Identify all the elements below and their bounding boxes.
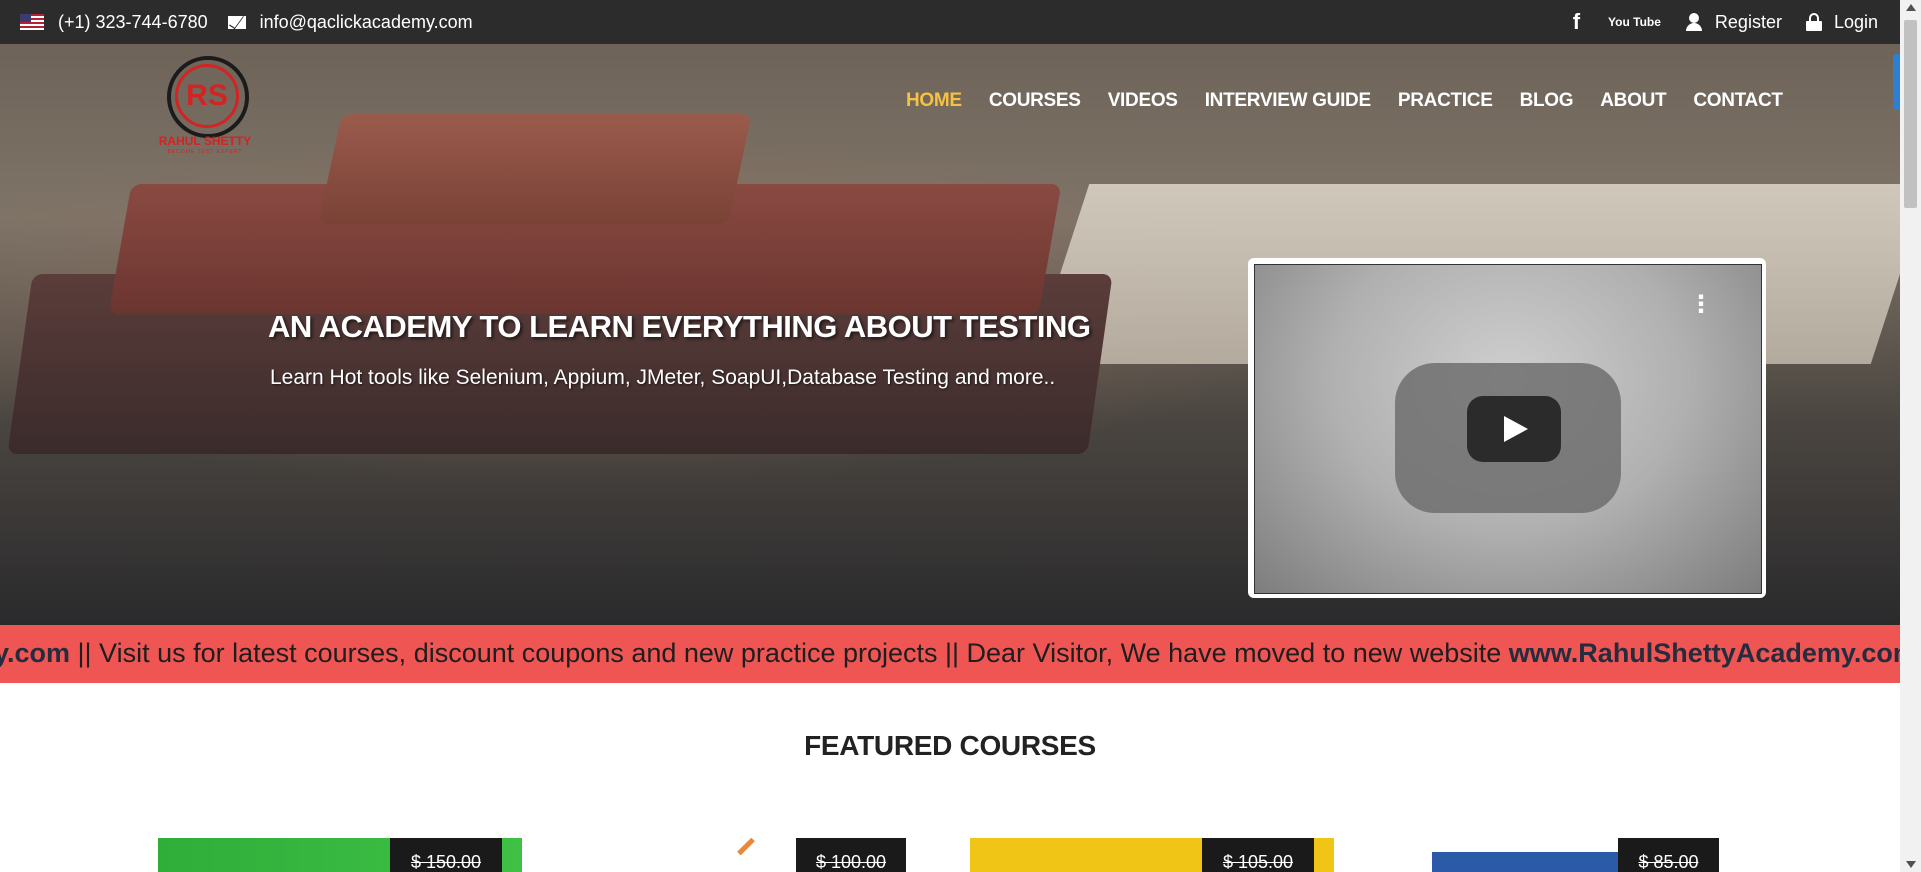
register-label[interactable]: Register (1715, 12, 1782, 33)
course-price: $ 150.00 (390, 838, 502, 872)
nav-home[interactable]: HOME (906, 90, 962, 112)
ticker-link[interactable]: www.RahulShettyAcademy.com (1509, 638, 1900, 668)
hero-subtitle: Learn Hot tools like Selenium, Appium, J… (270, 366, 1056, 389)
us-flag-icon (20, 14, 44, 30)
user-icon (1685, 13, 1703, 31)
facebook-icon[interactable]: f (1573, 9, 1580, 35)
course-image (1432, 852, 1632, 872)
top-bar: (+1) 323-744-6780 info@qaclickacademy.co… (0, 0, 1900, 44)
youtube-icon[interactable]: You Tube (1608, 16, 1661, 28)
envelope-icon (227, 15, 246, 29)
background-book (318, 114, 752, 224)
main-nav: HOME COURSES VIDEOS INTERVIEW GUIDE PRAC… (906, 90, 1810, 112)
scrollbar-thumb[interactable] (1904, 20, 1917, 208)
nav-contact[interactable]: CONTACT (1693, 90, 1783, 112)
logo-tagline: BECOME TEST EXPERT (167, 149, 243, 155)
login-link[interactable]: Login (1805, 12, 1878, 33)
course-price: $ 105.00 (1202, 838, 1314, 872)
nav-practice[interactable]: PRACTICE (1398, 90, 1493, 112)
hero-title: AN ACADEMY TO LEARN EVERYTHING ABOUT TES… (268, 309, 1091, 344)
nav-courses[interactable]: COURSES (989, 90, 1081, 112)
phone-number: (+1) 323-744-6780 (58, 11, 208, 32)
course-card[interactable]: $ 150.00 (158, 838, 522, 872)
course-card[interactable]: $ 85.00 (1432, 838, 1719, 872)
ticker-message: || Visit us for latest courses, discount… (70, 638, 1509, 668)
course-price: $ 100.00 (796, 838, 906, 872)
top-bar-links: f You Tube Register Login (1545, 0, 1878, 44)
video-menu-icon[interactable]: ⋮ (1689, 293, 1713, 317)
contact-info: (+1) 323-744-6780 info@qaclickacademy.co… (20, 0, 493, 44)
back-to-top-tab[interactable] (1893, 54, 1900, 110)
nav-blog[interactable]: BLOG (1520, 90, 1574, 112)
page-scrollbar[interactable] (1900, 0, 1921, 872)
nav-about[interactable]: ABOUT (1600, 90, 1666, 112)
course-card[interactable]: $ 105.00 (970, 838, 1334, 872)
logo-brand: RAHUL SHETTY (158, 134, 252, 148)
nav-interview-guide[interactable]: INTERVIEW GUIDE (1205, 90, 1371, 112)
register-link[interactable]: Register (1685, 12, 1782, 33)
video-embed[interactable]: ⋮ (1248, 258, 1766, 598)
featured-courses-heading: FEATURED COURSES (804, 730, 1096, 761)
email-address[interactable]: info@qaclickacademy.com (260, 12, 473, 33)
site-logo[interactable]: RS RAHUL SHETTY BECOME TEST EXPERT (155, 56, 255, 156)
course-image-pencil (737, 838, 755, 856)
ticker-text: y.com || Visit us for latest courses, di… (0, 638, 1900, 669)
logo-monogram: RS (175, 64, 239, 128)
lock-icon (1805, 13, 1822, 31)
course-price: $ 85.00 (1618, 838, 1719, 872)
nav-videos[interactable]: VIDEOS (1108, 90, 1178, 112)
course-card[interactable]: $ 100.00 (720, 838, 906, 872)
email-item[interactable]: info@qaclickacademy.com (227, 12, 473, 33)
play-icon[interactable] (1467, 396, 1561, 462)
video-thumbnail[interactable]: ⋮ (1254, 264, 1762, 594)
announcement-ticker: y.com || Visit us for latest courses, di… (0, 625, 1900, 683)
phone-item: (+1) 323-744-6780 (20, 12, 208, 33)
scroll-up-arrow-icon[interactable] (1906, 4, 1916, 11)
scroll-down-arrow-icon[interactable] (1906, 861, 1916, 868)
login-label[interactable]: Login (1834, 12, 1878, 33)
ticker-link-tail[interactable]: y.com (0, 638, 70, 668)
